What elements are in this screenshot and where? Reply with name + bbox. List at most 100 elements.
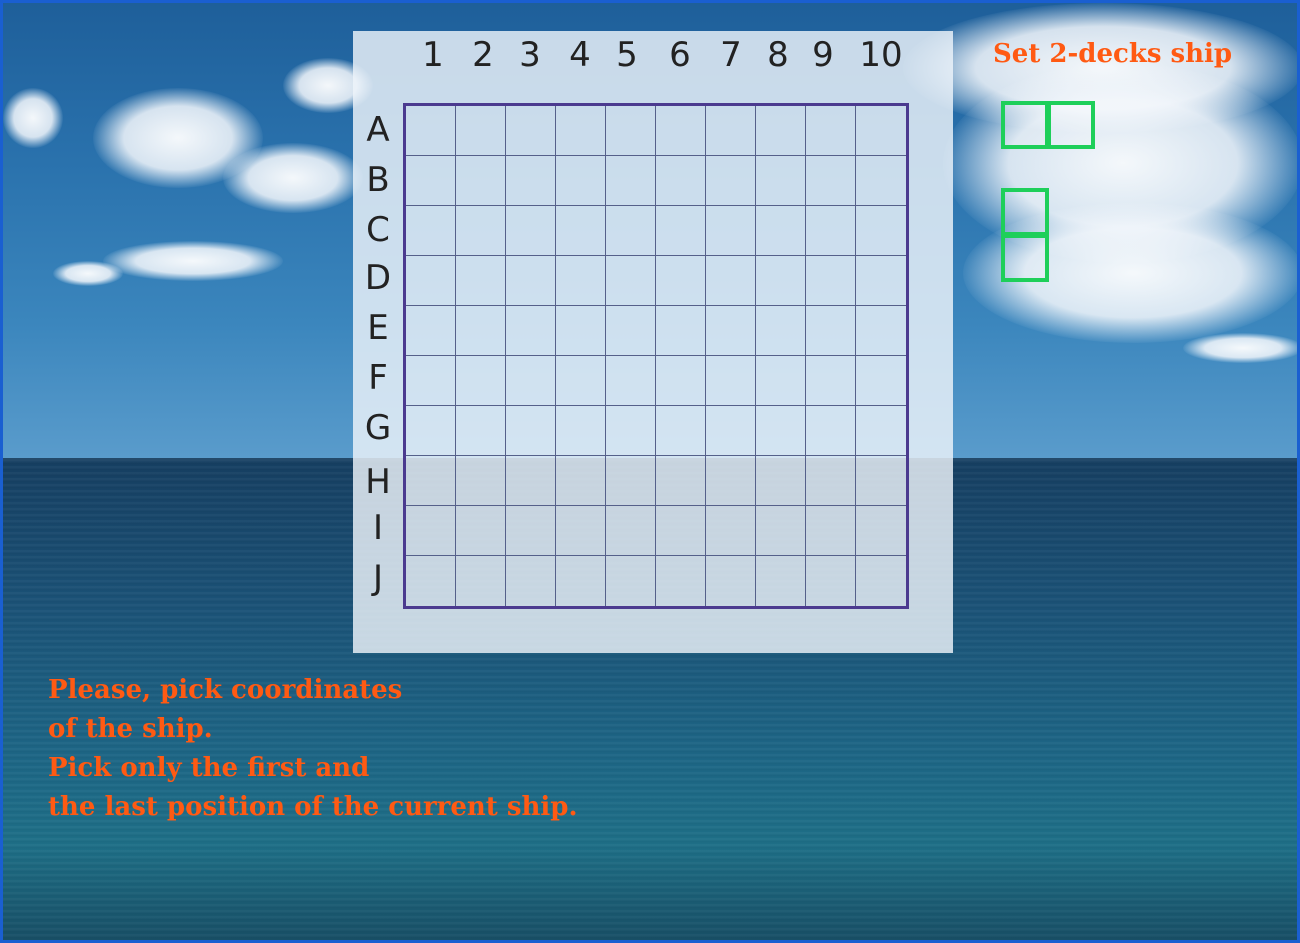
board-cell[interactable] [706,556,756,606]
board-cell[interactable] [756,106,806,156]
board-cell[interactable] [556,406,606,456]
board-cell[interactable] [606,356,656,406]
board-cell[interactable] [506,556,556,606]
board-cell[interactable] [656,106,706,156]
board-cell[interactable] [406,356,456,406]
board-cell[interactable] [406,456,456,506]
board-cell[interactable] [406,306,456,356]
board-cell[interactable] [506,156,556,206]
board-cell[interactable] [456,456,506,506]
board-cell[interactable] [406,506,456,556]
board-cell[interactable] [656,556,706,606]
board-cell[interactable] [756,256,806,306]
board-cell[interactable] [756,156,806,206]
board-cell[interactable] [756,556,806,606]
board-cell[interactable] [456,356,506,406]
board-cell[interactable] [706,356,756,406]
board-cell[interactable] [656,156,706,206]
board-cell[interactable] [706,306,756,356]
board-cell[interactable] [756,506,806,556]
board-cell[interactable] [606,406,656,456]
board-cell[interactable] [606,306,656,356]
board-cell[interactable] [556,506,606,556]
board-cell[interactable] [506,506,556,556]
board-cell[interactable] [456,106,506,156]
board-cell[interactable] [856,256,906,306]
board-cell[interactable] [456,256,506,306]
board-cell[interactable] [856,306,906,356]
board-cell[interactable] [806,106,856,156]
board-cell[interactable] [506,256,556,306]
board-cell[interactable] [406,556,456,606]
board-cell[interactable] [856,506,906,556]
board-cell[interactable] [456,406,506,456]
board-cell[interactable] [806,556,856,606]
board-cell[interactable] [406,206,456,256]
board-cell[interactable] [606,456,656,506]
board-cell[interactable] [556,556,606,606]
board-cell[interactable] [556,106,606,156]
board-cell[interactable] [506,206,556,256]
board-cell[interactable] [706,206,756,256]
board-cell[interactable] [706,256,756,306]
board-cell[interactable] [806,306,856,356]
board-cell[interactable] [756,406,806,456]
board-cell[interactable] [406,256,456,306]
board-cell[interactable] [856,206,906,256]
board-cell[interactable] [756,206,806,256]
board-cell[interactable] [806,456,856,506]
board-cell[interactable] [656,406,706,456]
board-cell[interactable] [806,156,856,206]
board-cell[interactable] [406,156,456,206]
board-cell[interactable] [556,456,606,506]
board-cell[interactable] [456,206,506,256]
ship-option-vertical[interactable] [1001,188,1049,282]
board-cell[interactable] [706,456,756,506]
board-cell[interactable] [756,306,806,356]
board-cell[interactable] [806,406,856,456]
board-cell[interactable] [856,456,906,506]
board-cell[interactable] [656,356,706,406]
board-cell[interactable] [706,406,756,456]
board-cell[interactable] [606,556,656,606]
board-cell[interactable] [556,156,606,206]
board-cell[interactable] [656,206,706,256]
board-cell[interactable] [456,556,506,606]
board-cell[interactable] [556,356,606,406]
board-cell[interactable] [856,406,906,456]
ship-option-horizontal[interactable] [1001,101,1095,149]
board-cell[interactable] [606,256,656,306]
board-cell[interactable] [656,456,706,506]
board-cell[interactable] [806,356,856,406]
board-cell[interactable] [656,256,706,306]
board-cell[interactable] [606,156,656,206]
board-cell[interactable] [406,106,456,156]
board-cell[interactable] [856,106,906,156]
board-cell[interactable] [856,356,906,406]
board-cell[interactable] [456,156,506,206]
board-cell[interactable] [456,506,506,556]
board-cell[interactable] [656,306,706,356]
board-cell[interactable] [506,406,556,456]
board-cell[interactable] [606,206,656,256]
board-cell[interactable] [806,206,856,256]
board-cell[interactable] [756,356,806,406]
board-cell[interactable] [806,256,856,306]
board-cell[interactable] [556,206,606,256]
board-cell[interactable] [506,356,556,406]
board-cell[interactable] [456,306,506,356]
board-cell[interactable] [856,156,906,206]
board-cell[interactable] [706,106,756,156]
board-cell[interactable] [556,256,606,306]
board-cell[interactable] [706,506,756,556]
board-cell[interactable] [856,556,906,606]
board-cell[interactable] [406,406,456,456]
board-cell[interactable] [506,306,556,356]
board-cell[interactable] [756,456,806,506]
board-cell[interactable] [656,506,706,556]
board-cell[interactable] [806,506,856,556]
board-cell[interactable] [556,306,606,356]
board-cell[interactable] [706,156,756,206]
board-cell[interactable] [506,106,556,156]
board-cell[interactable] [606,506,656,556]
